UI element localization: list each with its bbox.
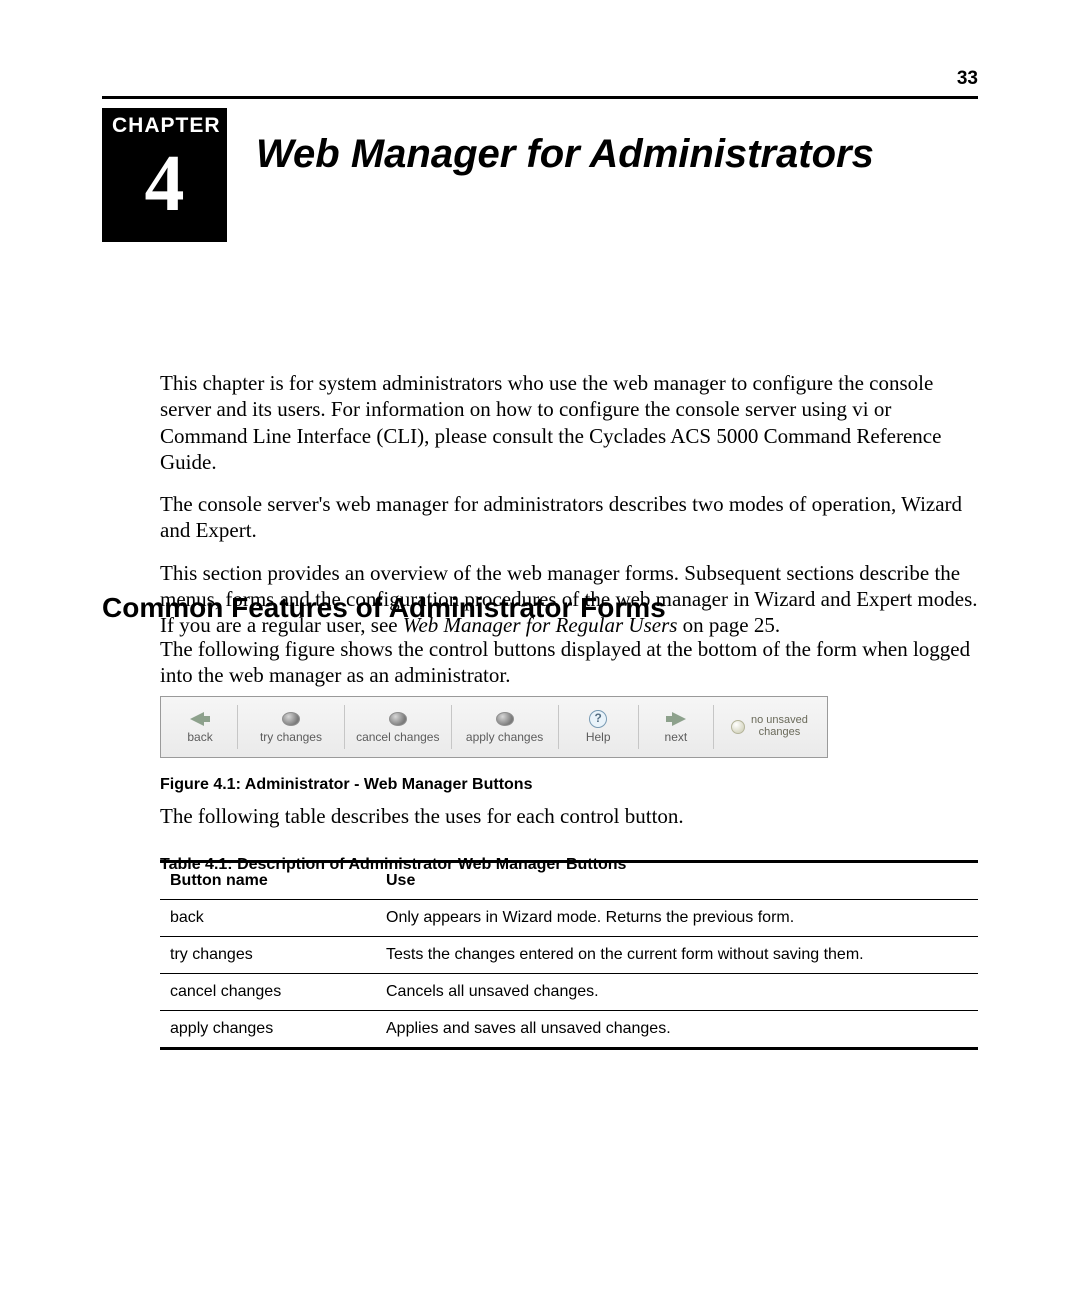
table-row: back Only appears in Wizard mode. Return… xyxy=(160,899,978,936)
table-header-row: Button name Use xyxy=(160,863,978,899)
th-button-name: Button name xyxy=(160,872,386,890)
td-use: Only appears in Wizard mode. Returns the… xyxy=(386,909,978,927)
dot-icon xyxy=(387,710,409,728)
table-row: apply changes Applies and saves all unsa… xyxy=(160,1010,978,1047)
cancel-changes-label: cancel changes xyxy=(356,730,439,744)
th-use: Use xyxy=(386,872,978,890)
next-label: next xyxy=(665,730,688,744)
intro-p1: This chapter is for system administrator… xyxy=(160,370,978,475)
dot-icon xyxy=(494,710,516,728)
td-name: cancel changes xyxy=(160,983,386,1001)
cancel-changes-button[interactable]: cancel changes xyxy=(345,710,451,744)
td-use: Applies and saves all unsaved changes. xyxy=(386,1020,978,1038)
td-use: Cancels all unsaved changes. xyxy=(386,983,978,1001)
table-row: cancel changes Cancels all unsaved chang… xyxy=(160,973,978,1010)
help-icon: ? xyxy=(587,710,609,728)
chapter-label: CHAPTER xyxy=(102,108,227,140)
figure-caption: Figure 4.1: Administrator - Web Manager … xyxy=(160,776,828,794)
td-name: back xyxy=(160,909,386,927)
page: 33 CHAPTER 4 Web Manager for Administrat… xyxy=(0,0,1080,1296)
arrow-left-icon xyxy=(189,710,211,728)
table-4-1: Button name Use back Only appears in Wiz… xyxy=(160,860,978,1050)
try-changes-label: try changes xyxy=(260,730,322,744)
help-button[interactable]: ? Help xyxy=(559,710,638,744)
section-intro-p: The following figure shows the control b… xyxy=(160,636,978,689)
intro-p3b: on page 25. xyxy=(677,613,780,637)
back-button[interactable]: back xyxy=(163,710,237,744)
figure-4-1: back try changes cancel changes apply ch… xyxy=(160,696,828,794)
chapter-title: Web Manager for Administrators xyxy=(256,132,874,177)
button-bar: back try changes cancel changes apply ch… xyxy=(160,696,828,758)
chapter-number: 4 xyxy=(102,140,227,242)
status-led-icon xyxy=(731,720,745,734)
chapter-badge: CHAPTER 4 xyxy=(102,108,227,242)
page-number: 33 xyxy=(957,68,978,90)
dot-icon xyxy=(280,710,302,728)
section-intro: The following figure shows the control b… xyxy=(160,636,978,705)
apply-changes-label: apply changes xyxy=(466,730,543,744)
apply-changes-button[interactable]: apply changes xyxy=(452,710,558,744)
help-label: Help xyxy=(586,730,611,744)
next-button[interactable]: next xyxy=(639,710,713,744)
td-name: try changes xyxy=(160,946,386,964)
back-label: back xyxy=(187,730,212,744)
table-row: try changes Tests the changes entered on… xyxy=(160,936,978,973)
arrow-right-icon xyxy=(665,710,687,728)
td-name: apply changes xyxy=(160,1020,386,1038)
td-use: Tests the changes entered on the current… xyxy=(386,946,978,964)
intro-p2: The console server's web manager for adm… xyxy=(160,491,978,544)
top-rule xyxy=(102,96,978,99)
unsaved-text: no unsaved changes xyxy=(751,715,808,738)
try-changes-button[interactable]: try changes xyxy=(238,710,344,744)
unsaved-indicator: no unsaved changes xyxy=(714,715,825,738)
section-heading-common-features: Common Features of Administrator Forms xyxy=(102,592,666,624)
after-figure-text: The following table describes the uses f… xyxy=(160,804,978,829)
unsaved-line2: changes xyxy=(751,727,808,739)
